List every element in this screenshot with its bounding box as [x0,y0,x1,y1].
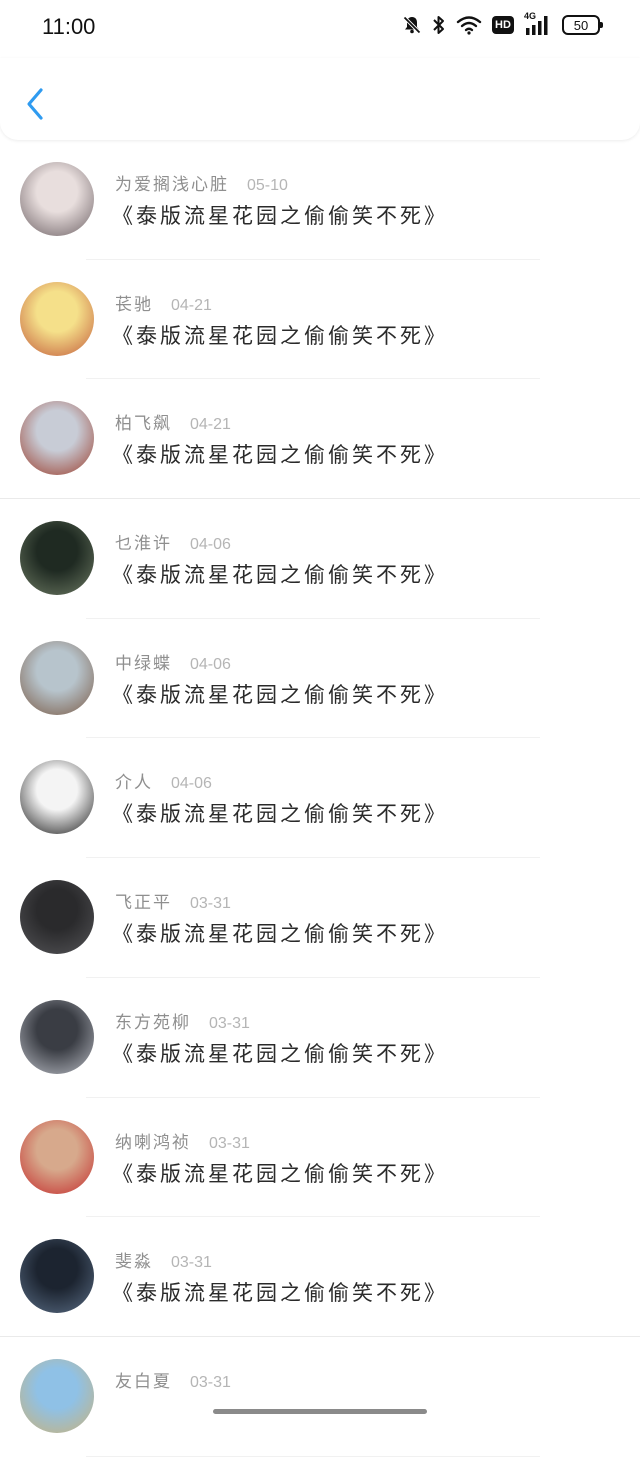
comment-date: 04-06 [171,775,212,793]
comment-text: 《泰版流星花园之偷偷笑不死》 [112,563,448,588]
comment-item[interactable]: 友白夏 03-31 [0,1337,640,1457]
username[interactable]: 介人 [115,768,153,793]
comment-meta: 柏飞飙 04-21 [115,409,231,434]
avatar[interactable] [20,999,94,1074]
back-button[interactable] [20,84,50,124]
comment-date: 04-21 [171,296,212,314]
hd-badge: HD [492,16,514,34]
avatar[interactable] [20,880,94,955]
username[interactable]: 东方苑柳 [115,1008,191,1033]
username[interactable]: 柏飞飙 [115,409,172,434]
comment-date: 03-31 [171,1254,212,1272]
status-icons: HD 4G 50 [402,11,603,36]
username[interactable]: 友白夏 [115,1367,172,1392]
comment-meta: 纳喇鸿祯 03-31 [115,1128,250,1153]
comment-item[interactable]: 中绿蝶 04-06 《泰版流星花园之偷偷笑不死》 [0,619,640,739]
avatar[interactable] [20,1239,94,1314]
comment-item[interactable]: 纳喇鸿祯 03-31 《泰版流星花园之偷偷笑不死》 [0,1098,640,1218]
mute-bell-icon [402,15,422,35]
comment-date: 05-10 [247,177,288,194]
comment-text: 《泰版流星花园之偷偷笑不死》 [112,323,448,348]
comment-item[interactable]: 苌驰 04-21 《泰版流星花园之偷偷笑不死》 [0,260,640,380]
comment-meta: 飞正平 03-31 [115,888,231,913]
comment-meta: 为爱搁浅心脏 05-10 [115,170,288,195]
avatar[interactable] [20,1358,94,1433]
comment-text: 《泰版流星花园之偷偷笑不死》 [112,443,448,468]
comment-meta: 东方苑柳 03-31 [115,1008,250,1033]
comment-item[interactable]: 柏飞飙 04-21 《泰版流星花园之偷偷笑不死》 [0,379,640,500]
comment-item[interactable]: 斐淼 03-31 《泰版流星花园之偷偷笑不死》 [0,1217,640,1337]
comment-item[interactable]: 为爱搁浅心脏 05-10 《泰版流星花园之偷偷笑不死》 [0,140,640,260]
comment-item[interactable]: 东方苑柳 03-31 《泰版流星花园之偷偷笑不死》 [0,978,640,1098]
avatar[interactable] [20,1119,94,1194]
avatar[interactable] [20,760,94,835]
username[interactable]: 为爱搁浅心脏 [115,170,229,195]
avatar[interactable] [20,281,94,356]
comment-date: 03-31 [209,1134,250,1152]
avatar[interactable] [20,640,94,715]
comment-text: 《泰版流星花园之偷偷笑不死》 [112,922,448,947]
comment-text: 《泰版流星花园之偷偷笑不死》 [112,1161,448,1186]
comment-text: 《泰版流星花园之偷偷笑不死》 [112,1281,448,1306]
comment-text: 《泰版流星花园之偷偷笑不死》 [112,1041,448,1066]
comment-date: 03-31 [190,1373,231,1391]
comment-meta: 介人 04-06 [115,768,212,793]
comment-item[interactable]: 介人 04-06 《泰版流星花园之偷偷笑不死》 [0,738,640,859]
username[interactable]: 苌驰 [115,290,153,315]
wifi-icon [456,15,482,35]
comment-text: 《泰版流星花园之偷偷笑不死》 [112,682,448,707]
comment-text: 《泰版流星花园之偷偷笑不死》 [112,204,448,228]
username[interactable]: 乜淮许 [115,529,172,554]
comment-meta: 友白夏 03-31 [115,1367,231,1392]
username[interactable]: 斐淼 [115,1247,153,1272]
comment-item[interactable]: 飞正平 03-31 《泰版流星花园之偷偷笑不死》 [0,858,640,978]
home-indicator[interactable] [213,1409,427,1414]
avatar[interactable] [20,521,94,596]
comment-date: 04-06 [190,536,231,554]
comment-meta: 中绿蝶 04-06 [115,649,231,674]
chevron-left-icon [27,88,43,120]
comment-meta: 乜淮许 04-06 [115,529,231,554]
status-bar: 11:00 HD 4G 50 [0,0,640,58]
comment-date: 03-31 [190,895,231,913]
comment-text: 《泰版流星花园之偷偷笑不死》 [112,802,448,827]
bluetooth-icon [432,15,446,35]
cellular-signal-icon: 4G [524,11,552,36]
comment-date: 04-21 [190,416,231,434]
avatar[interactable] [20,401,94,476]
comment-date: 04-06 [190,655,231,673]
avatar[interactable] [20,162,94,236]
divider [86,1455,540,1457]
username[interactable]: 飞正平 [115,888,172,913]
battery-indicator: 50 [562,15,603,35]
top-nav-bar [0,58,640,140]
comment-meta: 斐淼 03-31 [115,1247,212,1272]
comment-item[interactable]: 乜淮许 04-06 《泰版流星花园之偷偷笑不死》 [0,499,640,619]
username[interactable]: 中绿蝶 [115,649,172,674]
comment-meta: 苌驰 04-21 [115,290,212,315]
comment-date: 03-31 [209,1014,250,1032]
status-time: 11:00 [42,14,96,39]
comment-list: 为爱搁浅心脏 05-10 《泰版流星花园之偷偷笑不死》 苌驰 04-21 《泰版… [0,140,640,1457]
username[interactable]: 纳喇鸿祯 [115,1128,191,1153]
